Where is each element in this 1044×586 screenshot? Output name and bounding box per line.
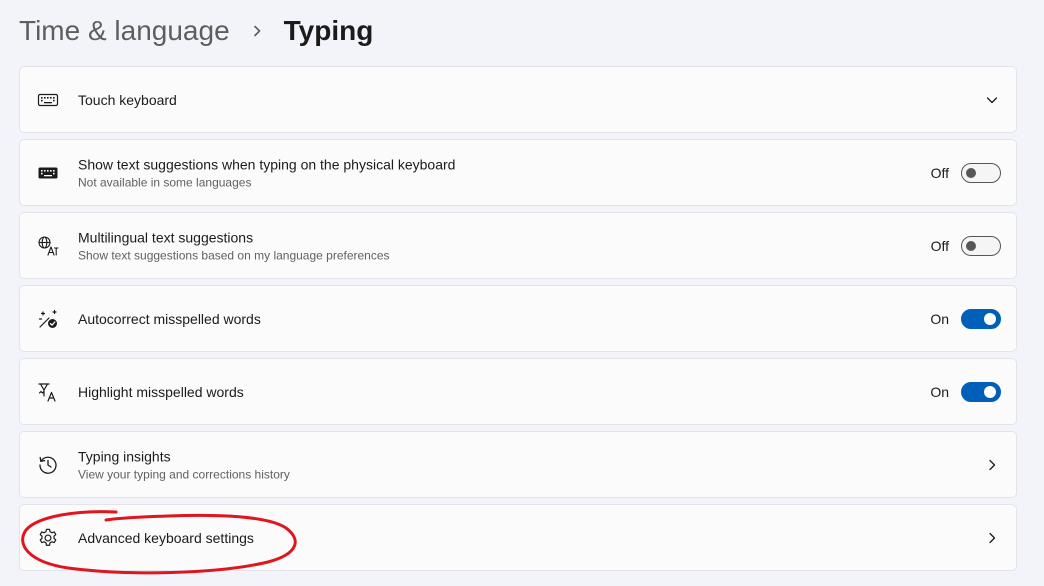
autocorrect-text: Autocorrect misspelled words (78, 310, 261, 328)
text-suggestions-description: Not available in some languages (78, 175, 252, 189)
toggle-knob (966, 167, 976, 178)
advanced-keyboard-settings-label: Advanced keyboard settings (78, 529, 254, 546)
chevron-right-icon (242, 10, 272, 52)
typing-insights-description: View your typing and corrections history (78, 467, 290, 481)
multilingual-suggestions-toggle[interactable] (961, 235, 1001, 256)
text-suggestions-row: Show text suggestions when typing on the… (19, 139, 1017, 206)
highlight-misspelled-row: Highlight misspelled words On (19, 358, 1017, 425)
highlight-misspelled-state: On (930, 383, 949, 400)
toggle-knob (966, 240, 976, 251)
autocorrect-row: Autocorrect misspelled words On (19, 285, 1017, 352)
highlight-misspelled-label: Highlight misspelled words (78, 383, 244, 400)
toggle-knob (984, 385, 996, 398)
highlight-misspelled-text: Highlight misspelled words (78, 383, 244, 401)
breadcrumb-parent-link[interactable]: Time & language (19, 10, 230, 52)
chevron-right-icon (984, 457, 1000, 473)
highlight-misspelled-icon (37, 381, 59, 403)
text-suggestions-label: Show text suggestions when typing on the… (78, 156, 456, 172)
typing-insights-text: Typing insights View your typing and cor… (78, 447, 290, 482)
multilingual-suggestions-label: Multilingual text suggestions (78, 229, 254, 245)
chevron-right-icon (984, 530, 1000, 546)
multilingual-suggestions-text: Multilingual text suggestions Show text … (78, 228, 390, 263)
breadcrumb: Time & language Typing (19, 10, 373, 52)
multilingual-suggestions-state: Off (930, 237, 949, 254)
history-icon (37, 454, 59, 476)
advanced-keyboard-settings-row[interactable]: Advanced keyboard settings (19, 504, 1017, 571)
touch-keyboard-label: Touch keyboard (78, 91, 177, 108)
text-suggestions-text: Show text suggestions when typing on the… (78, 155, 455, 190)
gear-icon (37, 527, 59, 549)
autocorrect-toggle[interactable] (961, 308, 1001, 329)
touch-keyboard-row[interactable]: Touch keyboard (19, 66, 1017, 133)
text-suggestions-state: Off (930, 164, 949, 181)
typing-insights-label: Typing insights (78, 448, 171, 464)
advanced-keyboard-settings-text: Advanced keyboard settings (78, 529, 254, 547)
keyboard-outline-icon (37, 89, 59, 111)
autocorrect-label: Autocorrect misspelled words (78, 310, 261, 327)
autocorrect-state: On (930, 310, 949, 327)
highlight-misspelled-toggle[interactable] (961, 381, 1001, 402)
text-suggestions-toggle[interactable] (961, 162, 1001, 183)
multilingual-icon (37, 235, 59, 257)
touch-keyboard-text: Touch keyboard (78, 91, 177, 109)
page-title: Typing (283, 15, 374, 46)
multilingual-suggestions-description: Show text suggestions based on my langua… (78, 248, 390, 262)
typing-insights-row[interactable]: Typing insights View your typing and cor… (19, 431, 1017, 498)
multilingual-suggestions-row: Multilingual text suggestions Show text … (19, 212, 1017, 279)
keyboard-filled-icon (37, 162, 59, 184)
autocorrect-icon (37, 308, 59, 330)
chevron-down-icon[interactable] (984, 92, 1000, 108)
toggle-knob (984, 312, 996, 325)
